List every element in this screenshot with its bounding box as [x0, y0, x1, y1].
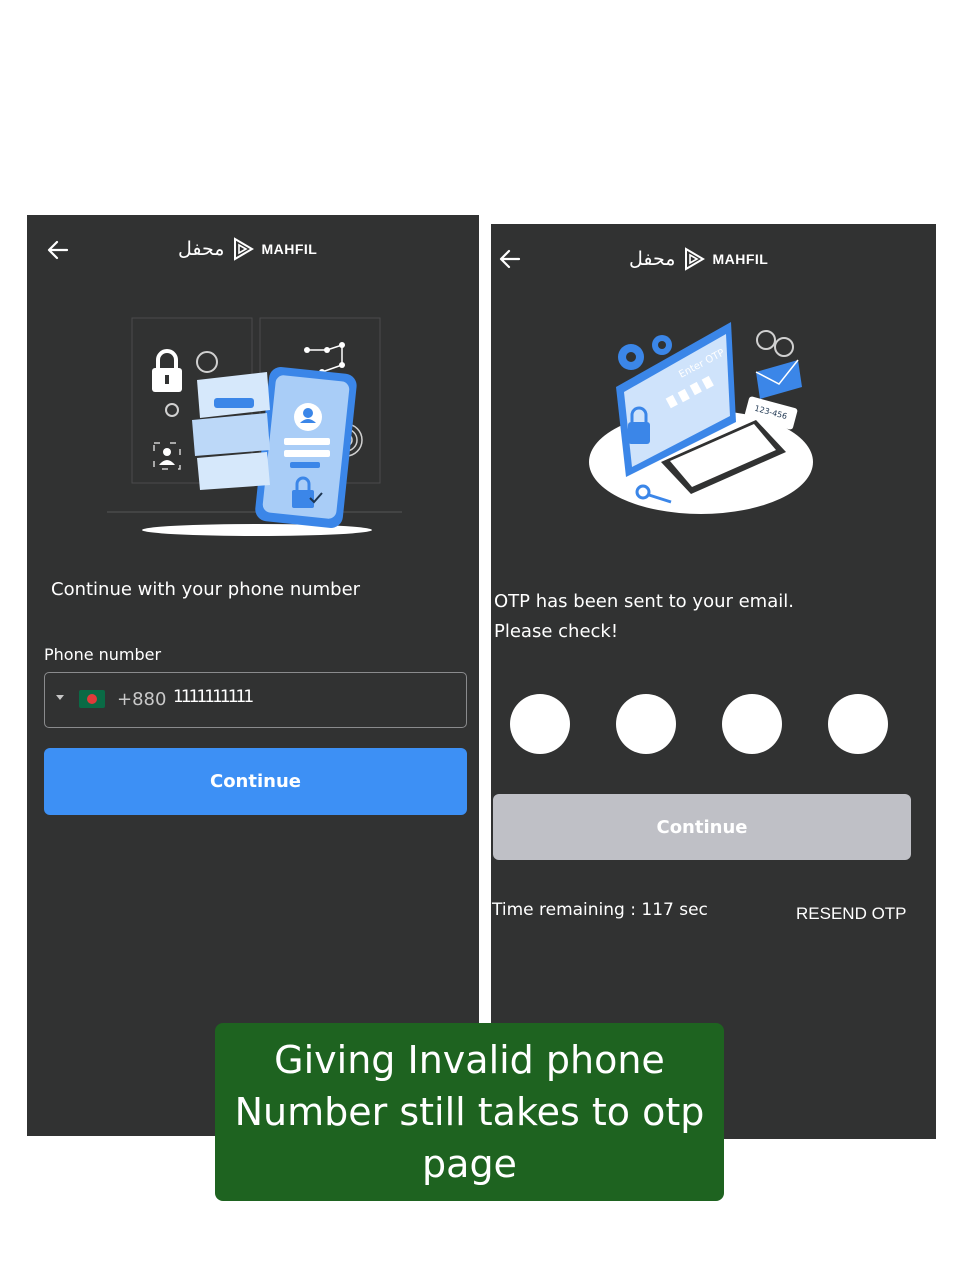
back-arrow-icon[interactable]	[497, 246, 523, 272]
otp-message: OTP has been sent to your email. Please …	[494, 587, 794, 647]
otp-digit-input-2[interactable]	[616, 694, 676, 754]
bangladesh-flag-icon[interactable]	[79, 690, 105, 708]
brand-arabic-text: محفل	[629, 248, 676, 270]
brand-logo: محفل MAHFIL	[629, 246, 768, 272]
country-code: +880	[117, 689, 167, 710]
otp-screen: محفل MAHFIL 123-456 Enter OTP OTP has be…	[491, 224, 936, 1139]
brand-arabic-text: محفل	[178, 238, 225, 260]
otp-laptop-illustration: 123-456 Enter OTP	[589, 322, 813, 514]
phone-entry-screen: محفل MAHFIL Continue with your phone num…	[27, 215, 479, 1136]
annotation-caption: Giving Invalid phone Number still takes …	[215, 1023, 724, 1201]
resend-otp-link[interactable]: RESEND OTP	[796, 904, 907, 924]
country-dropdown-caret-icon[interactable]	[56, 695, 64, 700]
time-remaining: Time remaining : 117 sec	[492, 900, 708, 920]
otp-message-line1: OTP has been sent to your email.	[494, 591, 794, 612]
phone-number-label: Phone number	[44, 645, 162, 664]
phone-number-field[interactable]: +880 1111111111	[44, 672, 467, 728]
otp-digit-input-4[interactable]	[828, 694, 888, 754]
phone-security-illustration	[107, 317, 402, 536]
continue-button-disabled[interactable]: Continue	[493, 794, 911, 860]
phone-heading: Continue with your phone number	[51, 579, 361, 600]
back-arrow-icon[interactable]	[45, 237, 71, 263]
brand-latin-text: MAHFIL	[261, 241, 318, 257]
otp-message-line2: Please check!	[494, 621, 619, 642]
phone-number-input[interactable]: 1111111111	[173, 687, 254, 707]
play-logo-icon	[234, 237, 255, 261]
brand-latin-text: MAHFIL	[712, 251, 769, 267]
otp-digit-input-3[interactable]	[722, 694, 782, 754]
brand-logo: محفل MAHFIL	[178, 236, 317, 262]
play-logo-icon	[685, 247, 706, 271]
otp-digit-input-1[interactable]	[510, 694, 570, 754]
continue-button[interactable]: Continue	[44, 748, 467, 815]
